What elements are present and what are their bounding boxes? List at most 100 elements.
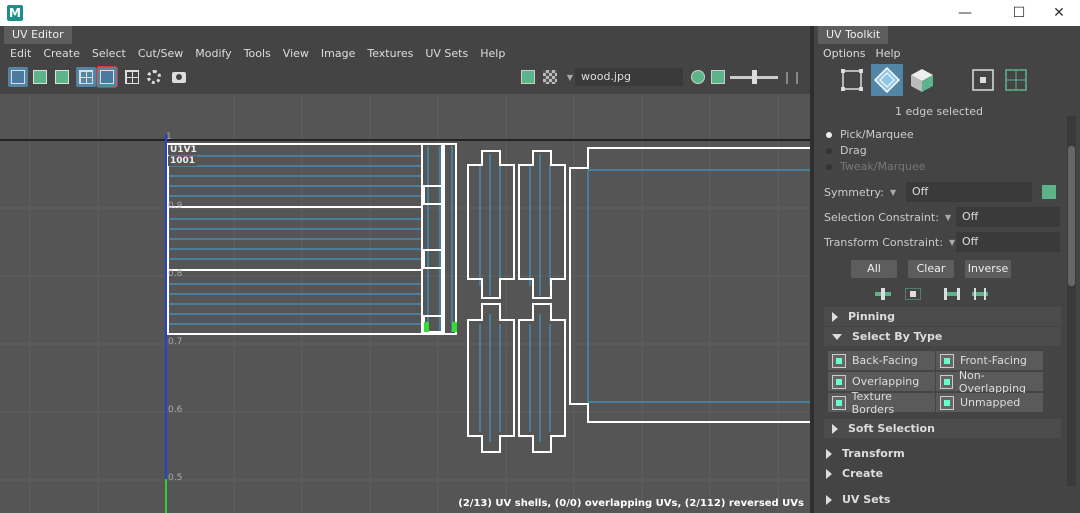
toolbar-overflow-icon[interactable]: ❘❘ bbox=[782, 67, 802, 87]
checker-icon bbox=[543, 70, 557, 84]
clear-selection-button[interactable]: Clear bbox=[908, 260, 954, 278]
select-all-button[interactable]: All bbox=[851, 260, 897, 278]
image-icon bbox=[521, 70, 535, 84]
menu-cut-sew[interactable]: Cut/Sew bbox=[132, 44, 189, 64]
section-transform[interactable]: Transform bbox=[818, 444, 1065, 463]
tool-tweak-marquee[interactable]: Tweak/Marquee bbox=[826, 160, 926, 173]
toolkit-menu-options[interactable]: Options bbox=[818, 47, 870, 60]
menu-modify[interactable]: Modify bbox=[189, 44, 237, 64]
texture-display-button[interactable] bbox=[96, 66, 118, 88]
texture-icon bbox=[100, 70, 114, 84]
dim-slider-handle[interactable] bbox=[752, 70, 757, 84]
object-mode-button[interactable] bbox=[906, 64, 938, 96]
section-uv-sets[interactable]: UV Sets bbox=[818, 490, 1065, 509]
axis-label: 0.7 bbox=[168, 337, 183, 347]
toolkit-scrollbar[interactable] bbox=[1067, 116, 1076, 486]
face-mode-button[interactable] bbox=[1000, 64, 1032, 96]
menu-help[interactable]: Help bbox=[474, 44, 511, 64]
inverse-selection-button[interactable]: Inverse bbox=[965, 260, 1011, 278]
select-border-icon[interactable] bbox=[944, 288, 960, 300]
cube-icon bbox=[911, 69, 933, 92]
shrink-selection-icon[interactable] bbox=[905, 288, 921, 300]
grow-selection-icon[interactable] bbox=[875, 288, 891, 300]
texture-borders-icon bbox=[832, 395, 846, 410]
section-pinning[interactable]: Pinning bbox=[824, 307, 1061, 326]
axis-label: 1 bbox=[166, 132, 172, 142]
transform-constraint-field[interactable]: Off bbox=[956, 232, 1060, 252]
tool-drag[interactable]: Drag bbox=[826, 144, 867, 157]
checker-map-button[interactable] bbox=[540, 67, 560, 87]
symmetry-field[interactable]: Off bbox=[906, 182, 1032, 202]
uv-editor-header: UV Editor bbox=[0, 26, 810, 44]
tool-pick-marquee[interactable]: Pick/Marquee bbox=[826, 128, 914, 141]
exposure-button[interactable] bbox=[688, 67, 708, 87]
grid-toggle-button[interactable] bbox=[122, 67, 142, 87]
menu-edit[interactable]: Edit bbox=[4, 44, 37, 64]
selection-constraint-label: Selection Constraint: bbox=[824, 210, 939, 224]
uv-shell-select-button[interactable] bbox=[8, 67, 28, 87]
texture-borders-button[interactable]: Texture Borders bbox=[828, 390, 935, 416]
image-display-button[interactable] bbox=[518, 67, 538, 87]
uv-status-readout: (2/13) UV shells, (0/0) overlapping UVs,… bbox=[458, 498, 804, 509]
stacked-shell-button[interactable] bbox=[30, 67, 50, 87]
section-create[interactable]: Create bbox=[818, 464, 1065, 483]
uv-canvas[interactable] bbox=[0, 94, 810, 513]
menu-image[interactable]: Image bbox=[315, 44, 361, 64]
uv-editor-menubar: Edit Create Select Cut/Sew Modify Tools … bbox=[0, 44, 810, 64]
vertex-mode-icon bbox=[972, 69, 994, 91]
snapshot-button[interactable] bbox=[169, 67, 189, 87]
expand-arrow-icon bbox=[826, 448, 832, 459]
symmetry-options-icon[interactable] bbox=[1042, 185, 1056, 199]
close-button[interactable]: ✕ bbox=[1036, 0, 1080, 26]
non-overlapping-button[interactable]: Non-Overlapping bbox=[936, 369, 1043, 395]
snap-settings-button[interactable] bbox=[144, 67, 164, 87]
type-label: Overlapping bbox=[852, 375, 920, 388]
selected-edge-highlight bbox=[424, 322, 429, 332]
vertex-mode-button[interactable] bbox=[967, 64, 999, 96]
back-facing-button[interactable]: Back-Facing bbox=[828, 351, 935, 370]
selection-constraint-field[interactable]: Off bbox=[956, 207, 1060, 227]
tile-label-1001: 1001 bbox=[168, 156, 198, 166]
uv-editor-toolbar: ▼ wood.jpg ❘❘ bbox=[0, 64, 810, 90]
menu-select[interactable]: Select bbox=[86, 44, 132, 64]
type-label: Front-Facing bbox=[960, 354, 1027, 367]
minimize-button[interactable]: — bbox=[942, 0, 988, 26]
menu-uv-sets[interactable]: UV Sets bbox=[419, 44, 474, 64]
chevron-down-icon[interactable]: ▼ bbox=[890, 188, 896, 197]
overlapping-button[interactable]: Overlapping bbox=[828, 372, 935, 391]
uv-toolkit-tab[interactable]: UV Toolkit bbox=[818, 26, 889, 44]
uv-viewport[interactable]: U1V1 1001 1 0.9 0.8 0.7 0.6 0.5 (2/13) U… bbox=[0, 94, 810, 513]
menu-tools[interactable]: Tools bbox=[238, 44, 277, 64]
section-select-by-type[interactable]: Select By Type bbox=[824, 327, 1061, 346]
expand-arrow-icon bbox=[832, 311, 838, 322]
overlapping-icon bbox=[832, 374, 846, 389]
menu-view[interactable]: View bbox=[277, 44, 315, 64]
chevron-down-icon[interactable]: ▼ bbox=[945, 213, 951, 222]
edge-mode-icon bbox=[841, 69, 863, 91]
menu-textures[interactable]: Textures bbox=[361, 44, 419, 64]
unstack-button[interactable] bbox=[52, 67, 72, 87]
dim-image-button[interactable] bbox=[708, 67, 728, 87]
type-label: Non-Overlapping bbox=[958, 368, 1027, 395]
selected-edge-highlight-2 bbox=[452, 322, 457, 332]
chevron-down-icon[interactable]: ▼ bbox=[949, 238, 955, 247]
expand-arrow-icon bbox=[826, 468, 832, 479]
edge-mode-button[interactable] bbox=[836, 64, 868, 96]
scrollbar-thumb[interactable] bbox=[1068, 146, 1075, 286]
section-soft-selection[interactable]: Soft Selection bbox=[824, 419, 1061, 438]
transform-constraint-label: Transform Constraint: bbox=[824, 235, 943, 249]
uv-shell-mode-button[interactable] bbox=[871, 64, 903, 96]
toolkit-menu-help[interactable]: Help bbox=[870, 47, 905, 60]
texture-selector[interactable]: wood.jpg bbox=[575, 68, 683, 86]
type-label: Unmapped bbox=[960, 396, 1021, 409]
grid-display-button[interactable] bbox=[76, 67, 96, 87]
unmapped-button[interactable]: Unmapped bbox=[936, 393, 1043, 412]
radio-dot bbox=[826, 131, 832, 138]
section-label: Select By Type bbox=[852, 330, 943, 343]
select-loop-icon[interactable] bbox=[972, 288, 988, 300]
uv-editor-tab[interactable]: UV Editor bbox=[4, 26, 72, 44]
uv-editor-panel: UV Editor Edit Create Select Cut/Sew Mod… bbox=[0, 26, 810, 513]
section-label: Create bbox=[842, 467, 884, 480]
menu-create[interactable]: Create bbox=[37, 44, 86, 64]
front-facing-button[interactable]: Front-Facing bbox=[936, 351, 1043, 370]
